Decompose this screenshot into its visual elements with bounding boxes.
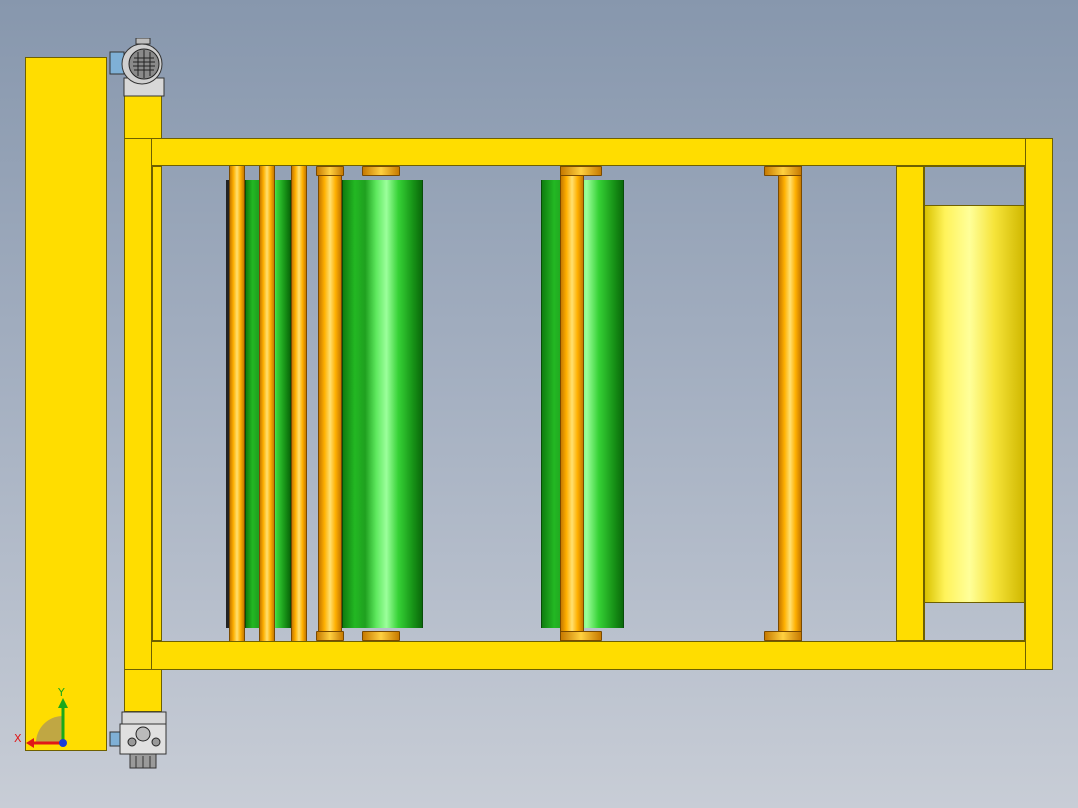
roller-3-collar-top [560,166,602,176]
drive-drum[interactable] [924,205,1025,603]
frame-bottom-rail [124,641,1053,670]
axis-x-label: X [14,732,22,745]
shaft-6[interactable] [778,166,802,641]
shaft-1[interactable] [229,166,245,641]
axis-y-label: Y [58,686,65,699]
roller-2-collar-bottom [362,631,400,641]
bottom-mount-post [124,668,162,712]
shaft-4-collar-bottom [316,631,344,641]
shaft-6-collar-bottom [764,631,802,641]
frame-divider-rail [896,166,924,641]
roller-2[interactable] [342,180,423,628]
frame-top-rail [124,138,1053,166]
left-side-plate [25,57,107,751]
gear-motor-bottom-icon[interactable] [106,710,170,772]
gear-motor-top-icon[interactable] [106,38,170,98]
shaft-4-collar-top [316,166,344,176]
frame-left-rail [124,138,152,670]
frame-right-rail [1025,138,1053,670]
shaft-3[interactable] [291,166,307,641]
roller-3-collar-bottom [560,631,602,641]
coordinate-triad: Y X [14,686,74,748]
shaft-5[interactable] [560,166,584,641]
coordinate-triad-icon [26,698,68,748]
shaft-4[interactable] [318,166,342,641]
roller-2-collar-top [362,166,400,176]
frame-inner-left-strip [152,166,162,641]
shaft-2[interactable] [259,166,275,641]
shaft-6-collar-top [764,166,802,176]
top-mount-post [124,95,162,139]
